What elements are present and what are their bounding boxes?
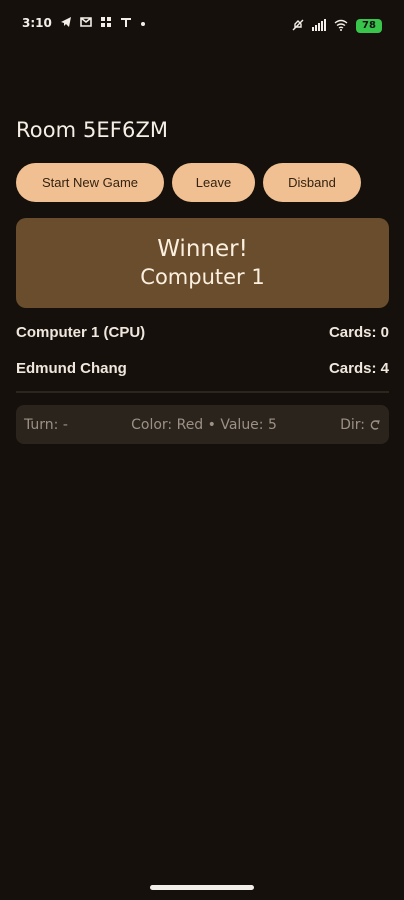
dot-icon [140,17,146,29]
player-name: Edmund Chang [16,359,127,377]
winner-name: Computer 1 [140,265,265,289]
mute-icon [292,16,304,35]
player-row: Edmund Chang Cards: 4 [16,356,389,380]
home-indicator[interactable] [150,885,254,890]
player-row: Computer 1 (CPU) Cards: 0 [16,320,389,344]
winner-card: Winner! Computer 1 [16,218,389,308]
status-left: 3:10 [22,16,146,30]
battery-indicator: 78 [356,18,382,33]
telegram-icon [60,16,72,30]
network-icon [100,16,112,30]
winner-heading: Winner! [157,236,248,262]
leave-button[interactable]: Leave [172,163,255,202]
mail-icon [80,16,92,30]
direction-label: Dir: [340,416,365,433]
direction-icon [369,419,381,431]
direction-indicator: Dir: [340,417,381,433]
room-title: Room 5EF6ZM [16,118,169,142]
status-bar: 3:10 78 [0,0,404,52]
status-right: 78 [292,16,382,35]
t-mobile-icon [120,16,132,30]
divider [16,391,389,393]
turn-label: Turn: - [24,416,68,433]
start-new-game-button[interactable]: Start New Game [16,163,164,202]
signal-icon [312,16,326,35]
player-name: Computer 1 (CPU) [16,323,146,341]
action-row: Start New Game Leave Disband [16,163,361,202]
wifi-icon [334,16,348,35]
player-list: Computer 1 (CPU) Cards: 0 Edmund Chang C… [16,320,389,392]
disband-button[interactable]: Disband [263,163,361,202]
status-time: 3:10 [22,16,52,30]
color-value-label: Color: Red • Value: 5 [131,416,277,433]
player-card-count: Cards: 0 [328,323,389,341]
game-info-bar: Turn: - Color: Red • Value: 5 Dir: [16,405,389,444]
player-card-count: Cards: 4 [328,359,389,377]
